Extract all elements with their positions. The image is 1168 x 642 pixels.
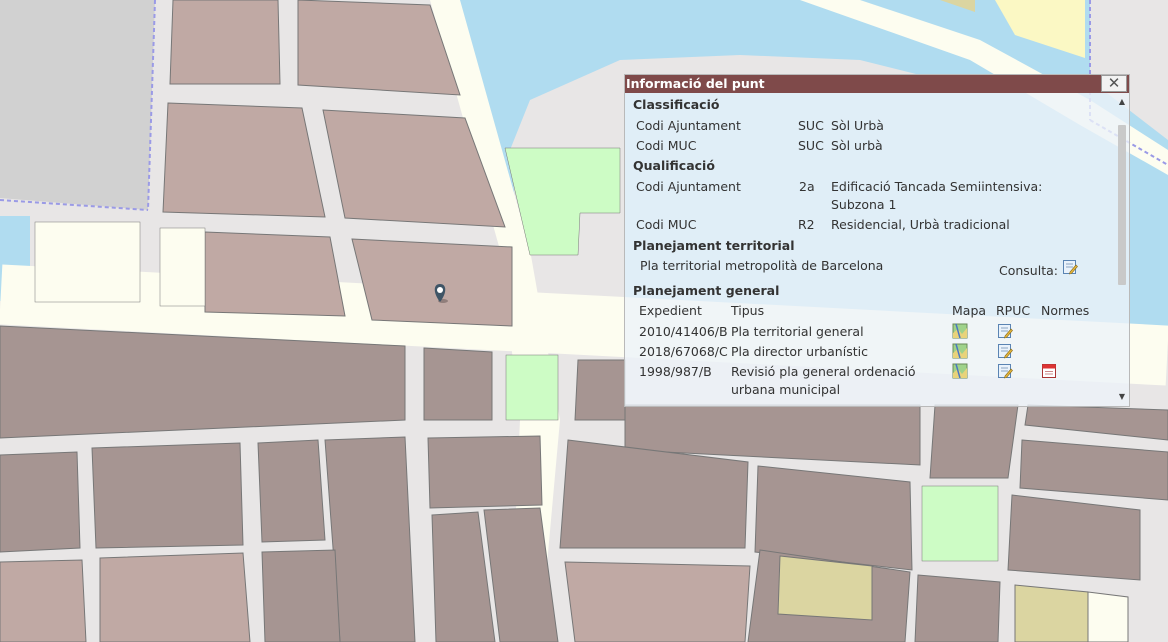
classif-desc-2: Sòl urbà [831, 138, 883, 153]
col-expedient: Expedient [639, 303, 702, 318]
col-mapa: Mapa [952, 303, 987, 318]
classif-code-2: SUC [798, 138, 824, 153]
block [162, 102, 326, 218]
popup-title: Informació del punt [626, 76, 765, 91]
section-classificacio: Classificació [633, 97, 720, 112]
block [423, 347, 493, 421]
block [0, 451, 81, 553]
col-tipus: Tipus [731, 303, 765, 318]
section-general: Planejament general [633, 283, 780, 298]
land-grey [0, 0, 155, 210]
block [564, 561, 751, 642]
block [1007, 494, 1141, 581]
popup-header: Informació del punt ✕ [625, 75, 1129, 93]
classif-code-1: SUC [798, 118, 824, 133]
block [91, 442, 244, 549]
general-row-3-tipus-b: urbana municipal [731, 382, 841, 397]
general-row-2-tipus: Pla director urbanístic [731, 344, 868, 359]
qualif-desc-1b: Subzona 1 [831, 197, 897, 212]
block [427, 435, 543, 509]
qualif-code-1: 2a [799, 179, 815, 194]
block [99, 552, 251, 642]
block [169, 0, 281, 85]
lot-pale [34, 221, 141, 303]
general-row-2-expedient: 2018/67068/C [639, 344, 728, 359]
qualif-label-1: Codi Ajuntament [636, 179, 741, 194]
general-row-3-expedient: 1998/987/B [639, 364, 712, 379]
block [914, 574, 1001, 642]
scroll-thumb[interactable] [1118, 125, 1126, 285]
block-beige [777, 555, 873, 621]
qualif-desc-2: Residencial, Urbà tradicional [831, 217, 1010, 232]
edit-document-icon[interactable] [997, 323, 1013, 339]
territorial-plan: Pla territorial metropolità de Barcelona [640, 258, 884, 273]
lot-pale [159, 227, 206, 307]
block [257, 439, 326, 543]
pdf-icon[interactable] [1041, 363, 1057, 379]
classif-label-1: Codi Ajuntament [636, 118, 741, 133]
block [351, 238, 513, 327]
map-icon[interactable] [952, 343, 968, 359]
block [0, 559, 87, 642]
section-qualificacio: Qualificació [633, 158, 715, 173]
classif-desc-1: Sòl Urbà [831, 118, 884, 133]
qualif-code-2: R2 [798, 217, 815, 232]
edit-document-icon[interactable] [1062, 259, 1078, 275]
green-area [921, 485, 999, 562]
info-popup: Informació del punt ✕ Classificació Codi… [624, 74, 1130, 407]
green-area [505, 354, 559, 421]
map-icon[interactable] [952, 323, 968, 339]
block [0, 325, 406, 439]
consulta-label: Consulta: [999, 263, 1058, 278]
popup-scrollbar[interactable]: ▲ ▼ [1115, 93, 1129, 406]
block-beige [1014, 584, 1089, 642]
close-icon[interactable]: ✕ [1101, 75, 1127, 92]
qualif-label-2: Codi MUC [636, 217, 697, 232]
section-territorial: Planejament territorial [633, 238, 795, 253]
block [929, 404, 1019, 479]
block [204, 231, 346, 317]
scroll-up-icon[interactable]: ▲ [1115, 95, 1129, 109]
edit-document-icon[interactable] [997, 343, 1013, 359]
map-icon[interactable] [952, 363, 968, 379]
block [574, 359, 626, 421]
general-row-3-tipus-a: Revisió pla general ordenació [731, 364, 916, 379]
edit-document-icon[interactable] [997, 363, 1013, 379]
popup-body: Classificació Codi Ajuntament SUC Sòl Ur… [625, 93, 1115, 406]
scroll-down-icon[interactable]: ▼ [1115, 390, 1129, 404]
col-normes: Normes [1041, 303, 1090, 318]
general-row-1-tipus: Pla territorial general [731, 324, 864, 339]
qualif-desc-1a: Edificació Tancada Semiintensiva: [831, 179, 1043, 194]
classif-label-2: Codi MUC [636, 138, 697, 153]
col-rpuc: RPUC [996, 303, 1031, 318]
general-row-1-expedient: 2010/41406/B [639, 324, 728, 339]
block [261, 549, 341, 642]
block-pale [1087, 591, 1129, 642]
